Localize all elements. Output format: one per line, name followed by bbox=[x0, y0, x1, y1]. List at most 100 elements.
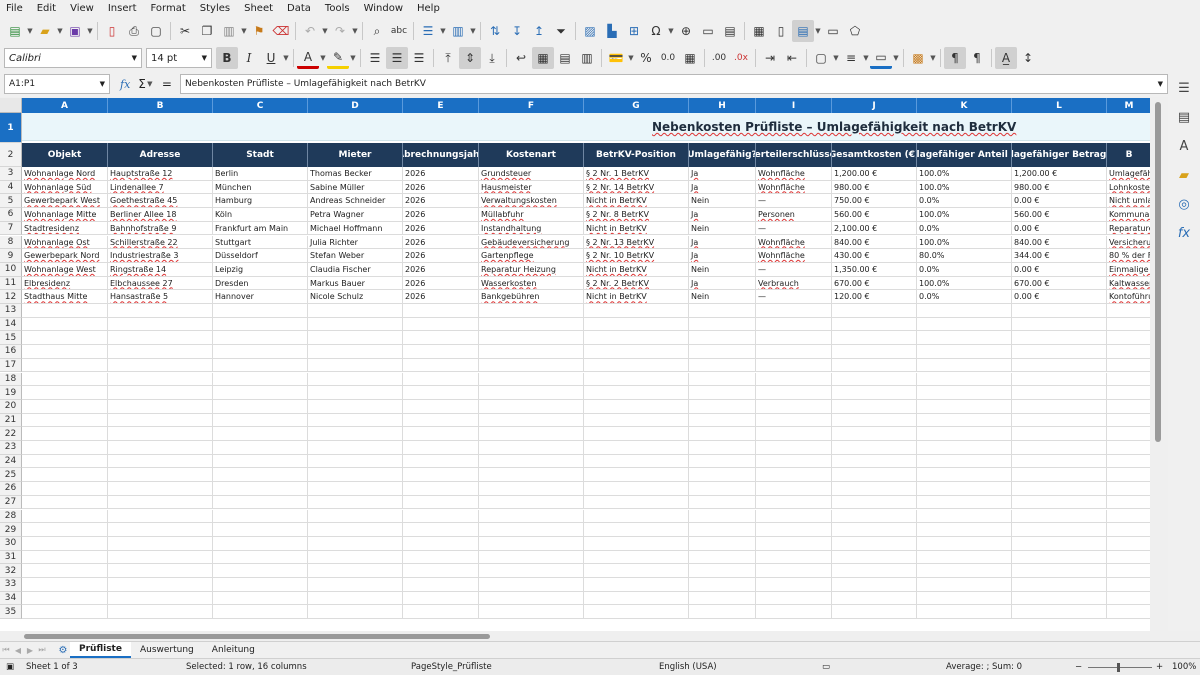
empty-cell[interactable] bbox=[689, 413, 756, 428]
paste-icon[interactable]: ▥ bbox=[218, 20, 240, 42]
empty-cell[interactable] bbox=[832, 304, 917, 318]
table-cell[interactable]: Hausmeister bbox=[479, 180, 584, 195]
decrease-indent-icon[interactable]: ⇤ bbox=[781, 47, 803, 69]
empty-cell[interactable] bbox=[308, 441, 403, 455]
empty-cell[interactable] bbox=[403, 536, 479, 551]
empty-cell[interactable] bbox=[403, 413, 479, 428]
empty-cell[interactable] bbox=[1012, 427, 1107, 441]
empty-cell[interactable] bbox=[1107, 537, 1150, 551]
empty-cell[interactable] bbox=[308, 550, 403, 565]
empty-cell[interactable] bbox=[1107, 359, 1150, 373]
empty-cell[interactable] bbox=[1012, 536, 1107, 551]
table-cell[interactable]: Kommunale bbox=[1107, 208, 1150, 222]
sidebar-menu-icon[interactable]: ☰ bbox=[1173, 77, 1195, 99]
row-header[interactable]: 33 bbox=[0, 578, 22, 592]
empty-cell[interactable] bbox=[756, 345, 832, 359]
new-document-icon[interactable]: ▤ bbox=[4, 20, 26, 42]
empty-cell[interactable] bbox=[917, 317, 1012, 332]
empty-cell[interactable] bbox=[1012, 413, 1107, 428]
empty-cell[interactable] bbox=[213, 441, 308, 455]
column-header-g[interactable]: G bbox=[584, 98, 689, 113]
table-cell[interactable]: 980.00 € bbox=[1012, 180, 1107, 195]
border-style-icon[interactable]: ≡ bbox=[840, 47, 862, 69]
table-cell[interactable]: 2026 bbox=[403, 276, 479, 291]
table-cell[interactable]: München bbox=[213, 180, 308, 195]
empty-cell[interactable] bbox=[756, 605, 832, 620]
add-decimal-icon[interactable]: .00 bbox=[708, 47, 730, 69]
empty-cell[interactable] bbox=[403, 564, 479, 578]
table-cell[interactable]: Hansastraße 5 bbox=[108, 290, 213, 304]
special-character-dropdown-icon[interactable]: ▼ bbox=[667, 27, 675, 35]
table-cell[interactable]: Stadthaus Mitte bbox=[22, 290, 108, 304]
header-cell[interactable]: Verteilerschlüssel bbox=[756, 143, 832, 167]
font-size-combo[interactable]: 14 pt ▼ bbox=[146, 48, 212, 68]
table-cell[interactable]: Gartenpflege bbox=[479, 249, 584, 263]
empty-cell[interactable] bbox=[1107, 455, 1150, 469]
table-cell[interactable]: Dresden bbox=[213, 276, 308, 291]
table-cell[interactable]: Wohnanlage Ost bbox=[22, 235, 108, 250]
table-cell[interactable]: 0.00 € bbox=[1012, 290, 1107, 304]
empty-cell[interactable] bbox=[1012, 509, 1107, 524]
row-header[interactable]: 21 bbox=[0, 413, 22, 428]
empty-cell[interactable] bbox=[213, 509, 308, 524]
empty-cell[interactable] bbox=[1012, 578, 1107, 592]
new-dropdown-icon[interactable]: ▼ bbox=[26, 27, 34, 35]
empty-cell[interactable] bbox=[917, 523, 1012, 537]
empty-cell[interactable] bbox=[584, 591, 689, 606]
empty-cell[interactable] bbox=[308, 345, 403, 359]
row-header[interactable]: 2 bbox=[0, 143, 22, 167]
empty-cell[interactable] bbox=[1012, 482, 1107, 496]
table-cell[interactable]: 0.0% bbox=[917, 262, 1012, 277]
open-dropdown-icon[interactable]: ▼ bbox=[56, 27, 64, 35]
export-pdf-icon[interactable]: ▯ bbox=[101, 20, 123, 42]
empty-cell[interactable] bbox=[689, 591, 756, 606]
empty-cell[interactable] bbox=[479, 304, 584, 318]
document-modified-icon[interactable]: ▣ bbox=[6, 662, 14, 672]
table-cell[interactable]: 670.00 € bbox=[832, 276, 917, 291]
table-cell[interactable]: 0.0% bbox=[917, 221, 1012, 236]
row-icon[interactable]: ☰ bbox=[417, 20, 439, 42]
table-cell[interactable]: 120.00 € bbox=[832, 290, 917, 304]
empty-cell[interactable] bbox=[689, 536, 756, 551]
empty-cell[interactable] bbox=[403, 523, 479, 537]
empty-cell[interactable] bbox=[308, 482, 403, 496]
empty-cell[interactable] bbox=[756, 399, 832, 414]
table-cell[interactable]: Petra Wagner bbox=[308, 208, 403, 222]
empty-cell[interactable] bbox=[1107, 304, 1150, 318]
empty-cell[interactable] bbox=[1012, 454, 1107, 469]
table-cell[interactable]: Kaltwasser n bbox=[1107, 277, 1150, 291]
empty-cell[interactable] bbox=[584, 550, 689, 565]
empty-cell[interactable] bbox=[308, 413, 403, 428]
row-header[interactable]: 3 bbox=[0, 167, 22, 181]
table-cell[interactable]: Nicole Schulz bbox=[308, 290, 403, 304]
empty-cell[interactable] bbox=[832, 591, 917, 606]
empty-cell[interactable] bbox=[22, 495, 108, 510]
empty-cell[interactable] bbox=[213, 605, 308, 620]
empty-cell[interactable] bbox=[584, 509, 689, 524]
empty-cell[interactable] bbox=[22, 536, 108, 551]
empty-cell[interactable] bbox=[403, 578, 479, 592]
select-all-corner[interactable] bbox=[0, 98, 22, 113]
table-cell[interactable]: Verbrauch bbox=[756, 276, 832, 291]
table-cell[interactable]: Hauptstraße 12 bbox=[108, 167, 213, 181]
empty-cell[interactable] bbox=[689, 509, 756, 524]
cut-icon[interactable]: ✂ bbox=[174, 20, 196, 42]
empty-cell[interactable] bbox=[832, 564, 917, 578]
empty-cell[interactable] bbox=[403, 304, 479, 318]
function-wizard-icon[interactable]: fx bbox=[120, 78, 130, 91]
empty-cell[interactable] bbox=[479, 372, 584, 387]
empty-cell[interactable] bbox=[403, 372, 479, 387]
horizontal-scrollbar[interactable] bbox=[0, 631, 1168, 641]
row-header[interactable]: 7 bbox=[0, 221, 22, 236]
first-sheet-icon[interactable]: ⏮ bbox=[0, 645, 12, 655]
sheet-tab-prufliste[interactable]: Prüfliste bbox=[70, 642, 131, 658]
underline-dropdown-icon[interactable]: ▼ bbox=[282, 54, 290, 62]
row-header[interactable]: 4 bbox=[0, 180, 22, 195]
empty-cell[interactable] bbox=[917, 413, 1012, 428]
clear-formatting-icon[interactable]: ⌫ bbox=[270, 20, 292, 42]
table-cell[interactable]: Stefan Weber bbox=[308, 249, 403, 263]
empty-cell[interactable] bbox=[584, 317, 689, 332]
header-cell[interactable]: Gesamtkosten (€) bbox=[832, 143, 917, 167]
highlight-dropdown-icon[interactable]: ▼ bbox=[349, 54, 357, 62]
table-cell[interactable]: Gebäudeversicherung bbox=[479, 235, 584, 250]
